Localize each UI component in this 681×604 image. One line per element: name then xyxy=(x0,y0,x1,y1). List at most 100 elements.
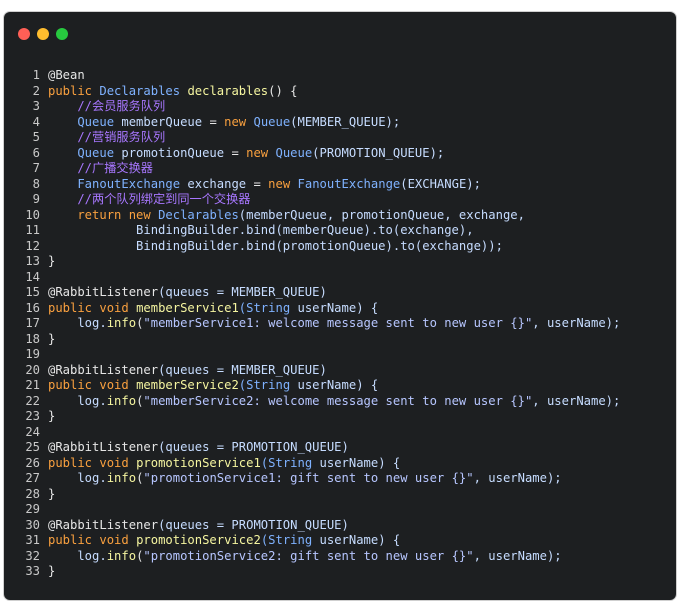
minimize-window-icon[interactable] xyxy=(37,28,49,40)
code-token: (queues = MEMBER_QUEUE) xyxy=(158,362,327,377)
code-line: 2 public Declarables declarables() { xyxy=(4,84,676,100)
code-token: log. xyxy=(48,393,107,408)
code-block: 1 @Bean 2 public Declarables declarables() … xyxy=(4,68,676,580)
line-text: } xyxy=(48,487,55,503)
code-token: log. xyxy=(48,471,107,485)
code-token: (String xyxy=(260,533,320,547)
code-line: 8 FanoutExchange exchange = new FanoutEx… xyxy=(4,177,676,193)
code-line: 23} xyxy=(4,409,676,425)
code-token: userName) { xyxy=(297,300,379,315)
code-token: Queue xyxy=(48,145,122,160)
code-token: promotionService2 xyxy=(136,533,261,547)
code-token: Declarables xyxy=(158,207,239,222)
line-text: } xyxy=(48,254,55,270)
code-token: (queues = PROMOTION_QUEUE) xyxy=(158,440,349,454)
code-line: 26 public void promotionService1(String u… xyxy=(4,456,676,472)
code-token: info xyxy=(106,393,137,408)
code-token: return xyxy=(48,207,129,222)
code-token: @RabbitListener xyxy=(48,285,159,299)
code-token: (PROMOTION_QUEUE); xyxy=(312,145,445,160)
code-token: } xyxy=(48,409,56,423)
code-token: () { xyxy=(268,83,298,98)
maximize-window-icon[interactable] xyxy=(56,28,68,40)
line-number: 32 xyxy=(25,548,40,563)
code-line: 21 public void memberService2(String user… xyxy=(4,378,676,394)
code-token: info xyxy=(106,471,137,485)
line-number: 16 xyxy=(25,300,40,315)
line-text: @RabbitListener(queues = PROMOTION_QUEUE… xyxy=(48,440,349,456)
line-number: 25 xyxy=(25,440,40,454)
code-line: 32 log.info("promotionService2: gift sen… xyxy=(4,549,676,565)
code-token: , userName); xyxy=(473,548,562,563)
code-line: 14 xyxy=(4,270,676,286)
code-token: promotionQueue xyxy=(121,145,232,160)
code-token: (queues = MEMBER_QUEUE) xyxy=(158,285,327,299)
code-line: 9 //两个队列绑定到同一个交换器 xyxy=(4,192,676,208)
line-number: 9 xyxy=(32,192,40,206)
code-line: 28} xyxy=(4,487,676,503)
code-line: 12 BindingBuilder.bind(promotionQueue).t… xyxy=(4,239,676,255)
code-token: @RabbitListener xyxy=(48,517,159,532)
code-token: "promotionService1: gift sent to new use… xyxy=(143,471,474,485)
code-line: 29 xyxy=(4,502,676,518)
line-number: 17 xyxy=(25,316,40,330)
line-number: 6 xyxy=(32,145,40,160)
code-token: userName) { xyxy=(297,378,379,392)
line-text: Queue memberQueue = new Queue(MEMBER_QUE… xyxy=(48,115,400,131)
code-token: (String xyxy=(238,378,298,392)
line-number: 27 xyxy=(25,471,40,485)
line-text: @Bean xyxy=(48,68,85,84)
code-line: 17 log.info("memberService1: welcome mes… xyxy=(4,316,676,332)
code-token: void xyxy=(99,455,137,470)
code-line: 4 Queue memberQueue = new Queue(MEMBER_Q… xyxy=(4,115,676,131)
code-token: Declarables xyxy=(99,83,188,98)
code-token: BindingBuilder.bind(memberQueue).to(exch… xyxy=(48,223,474,237)
code-token: "memberService1: welcome message sent to… xyxy=(143,316,533,330)
code-token: memberService1 xyxy=(136,300,239,315)
code-token: //会员服务队列 xyxy=(48,99,166,113)
code-token: BindingBuilder.bind(promotionQueue).to(e… xyxy=(48,238,503,253)
code-token: userName) { xyxy=(319,533,401,547)
code-token: declarables xyxy=(187,83,269,98)
line-text: public void promotionService2(String use… xyxy=(48,533,400,549)
line-number: 22 xyxy=(25,393,40,408)
line-text: BindingBuilder.bind(promotionQueue).to(e… xyxy=(48,239,503,255)
code-window: 1 @Bean 2 public Declarables declarables() … xyxy=(4,12,676,600)
line-text: //两个队列绑定到同一个交换器 xyxy=(48,192,250,208)
code-token: } xyxy=(48,254,56,268)
line-text: log.info("promotionService2: gift sent t… xyxy=(48,548,562,565)
close-window-icon[interactable] xyxy=(18,28,30,40)
code-token: Queue xyxy=(253,114,291,129)
line-number: 19 xyxy=(25,347,40,361)
code-line: 33} xyxy=(4,564,676,580)
code-token: = xyxy=(253,176,269,191)
code-line: 7 //广播交换器 xyxy=(4,161,676,177)
line-number: 24 xyxy=(25,424,40,439)
code-token: Queue xyxy=(48,114,122,129)
code-token: Queue xyxy=(275,145,313,160)
code-token: public xyxy=(48,455,100,470)
line-text: } xyxy=(48,409,55,425)
line-text: FanoutExchange exchange = new FanoutExch… xyxy=(48,177,481,193)
line-number: 26 xyxy=(25,455,40,470)
code-token: memberQueue xyxy=(121,114,210,129)
code-token: , userName); xyxy=(532,393,621,408)
line-text: } xyxy=(48,332,55,348)
line-text: public void memberService1(String userNa… xyxy=(48,301,378,317)
line-number: 13 xyxy=(25,254,40,268)
code-token: , userName); xyxy=(532,316,621,330)
line-number: 31 xyxy=(25,533,40,547)
code-token: public xyxy=(48,533,100,547)
code-token: memberService2 xyxy=(136,378,239,392)
code-token: } xyxy=(48,486,56,501)
code-token: new xyxy=(128,207,159,222)
line-number: 21 xyxy=(25,378,40,392)
line-number: 10 xyxy=(25,207,40,222)
code-token: log. xyxy=(48,316,107,330)
line-number: 2 xyxy=(32,83,40,98)
code-token: , userName); xyxy=(473,471,562,485)
line-text: @RabbitListener(queues = MEMBER_QUEUE) xyxy=(48,363,327,379)
code-token: @RabbitListener xyxy=(48,362,159,377)
code-token: new xyxy=(268,176,298,191)
code-line: 6 Queue promotionQueue = new Queue(PROMO… xyxy=(4,146,676,162)
